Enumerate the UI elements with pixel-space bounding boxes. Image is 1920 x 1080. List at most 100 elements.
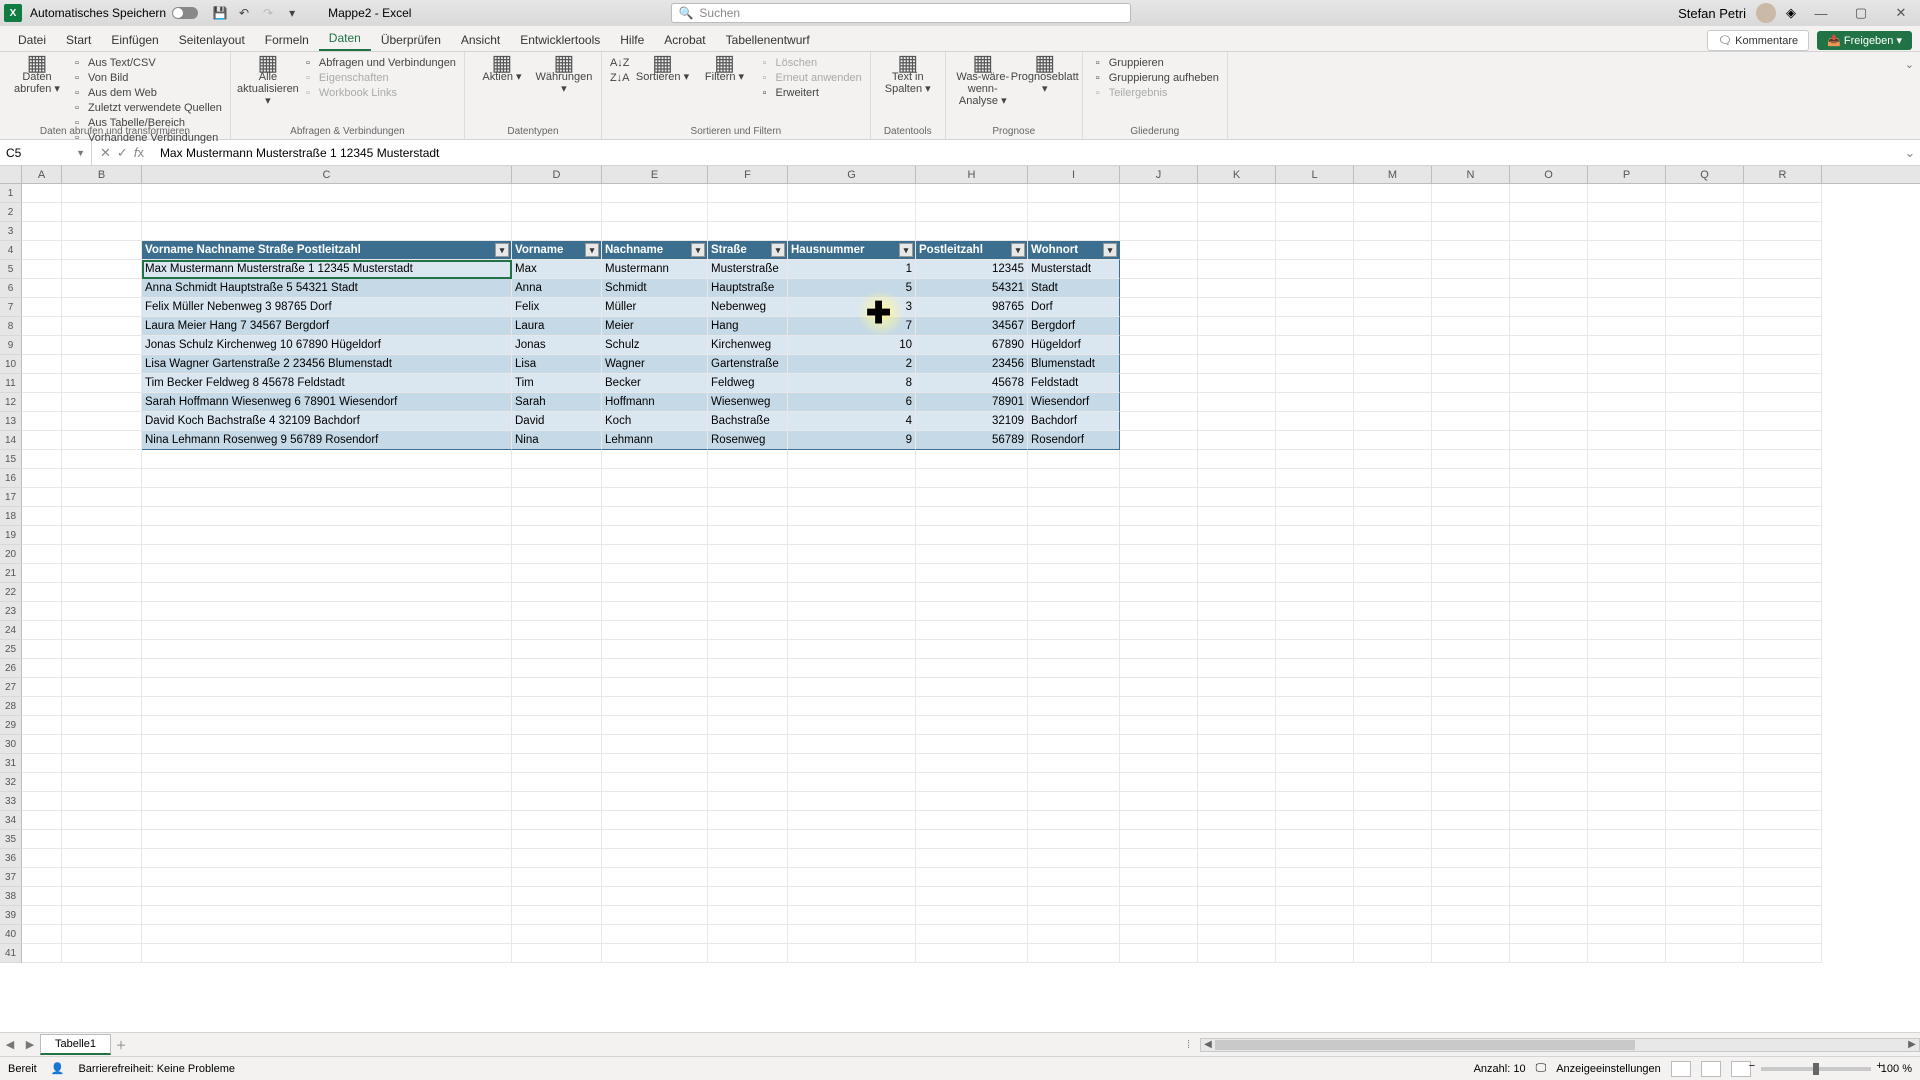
cell-K41[interactable] <box>1198 944 1276 963</box>
cell-C21[interactable] <box>142 564 512 583</box>
cell-M20[interactable] <box>1354 545 1432 564</box>
cell-N21[interactable] <box>1432 564 1510 583</box>
cell-O5[interactable] <box>1510 260 1588 279</box>
cell-J13[interactable] <box>1120 412 1198 431</box>
cell-D15[interactable] <box>512 450 602 469</box>
cell-K9[interactable] <box>1198 336 1276 355</box>
row-header[interactable]: 4 <box>0 241 22 260</box>
cell-G14[interactable]: 9 <box>788 431 916 450</box>
cell-K16[interactable] <box>1198 469 1276 488</box>
cell-K17[interactable] <box>1198 488 1276 507</box>
cell-D11[interactable]: Tim <box>512 374 602 393</box>
cell-A9[interactable] <box>22 336 62 355</box>
cell-P10[interactable] <box>1588 355 1666 374</box>
cell-B29[interactable] <box>62 716 142 735</box>
expand-formula-icon[interactable]: ⌄ <box>1900 145 1920 161</box>
col-header-A[interactable]: A <box>22 166 62 183</box>
cell-H28[interactable] <box>916 697 1028 716</box>
collapse-ribbon-icon[interactable]: ⌄ <box>1899 52 1920 139</box>
cell-I41[interactable] <box>1028 944 1120 963</box>
ribbon-big-daten-abrufen[interactable]: ▦Datenabrufen ▾ <box>8 55 66 95</box>
cell-H24[interactable] <box>916 621 1028 640</box>
cancel-icon[interactable]: ✕ <box>100 145 111 161</box>
cell-P40[interactable] <box>1588 925 1666 944</box>
cell-B38[interactable] <box>62 887 142 906</box>
cell-G1[interactable] <box>788 184 916 203</box>
cell-A22[interactable] <box>22 583 62 602</box>
cell-F5[interactable]: Musterstraße <box>708 260 788 279</box>
cell-F4[interactable]: Straße▾ <box>708 241 788 260</box>
cell-D20[interactable] <box>512 545 602 564</box>
cell-B2[interactable] <box>62 203 142 222</box>
cell-C11[interactable]: Tim Becker Feldweg 8 45678 Feldstadt <box>142 374 512 393</box>
cell-P13[interactable] <box>1588 412 1666 431</box>
cell-K21[interactable] <box>1198 564 1276 583</box>
tab-seitenlayout[interactable]: Seitenlayout <box>169 29 255 51</box>
cell-D33[interactable] <box>512 792 602 811</box>
cell-B17[interactable] <box>62 488 142 507</box>
cell-D24[interactable] <box>512 621 602 640</box>
undo-icon[interactable]: ↶ <box>235 4 253 22</box>
cell-C40[interactable] <box>142 925 512 944</box>
cell-O1[interactable] <box>1510 184 1588 203</box>
cell-K18[interactable] <box>1198 507 1276 526</box>
cell-G33[interactable] <box>788 792 916 811</box>
cell-C7[interactable]: Felix Müller Nebenweg 3 98765 Dorf <box>142 298 512 317</box>
cell-P12[interactable] <box>1588 393 1666 412</box>
cell-Q34[interactable] <box>1666 811 1744 830</box>
cell-B32[interactable] <box>62 773 142 792</box>
filter-button[interactable]: ▾ <box>585 243 599 257</box>
cell-L10[interactable] <box>1276 355 1354 374</box>
cell-P2[interactable] <box>1588 203 1666 222</box>
cell-B10[interactable] <box>62 355 142 374</box>
tab-einfügen[interactable]: Einfügen <box>101 29 168 51</box>
cell-M25[interactable] <box>1354 640 1432 659</box>
cell-I34[interactable] <box>1028 811 1120 830</box>
cell-H4[interactable]: Postleitzahl▾ <box>916 241 1028 260</box>
cell-H41[interactable] <box>916 944 1028 963</box>
cell-O28[interactable] <box>1510 697 1588 716</box>
cell-Q5[interactable] <box>1666 260 1744 279</box>
cell-N14[interactable] <box>1432 431 1510 450</box>
cell-G4[interactable]: Hausnummer▾ <box>788 241 916 260</box>
row-header[interactable]: 24 <box>0 621 22 640</box>
cell-N28[interactable] <box>1432 697 1510 716</box>
cell-D38[interactable] <box>512 887 602 906</box>
cell-P38[interactable] <box>1588 887 1666 906</box>
enter-icon[interactable]: ✓ <box>117 145 128 161</box>
save-icon[interactable]: 💾 <box>211 4 229 22</box>
cell-R1[interactable] <box>1744 184 1822 203</box>
cell-F18[interactable] <box>708 507 788 526</box>
add-sheet-button[interactable]: ＋ <box>111 1037 131 1053</box>
cell-I24[interactable] <box>1028 621 1120 640</box>
row-header[interactable]: 25 <box>0 640 22 659</box>
cell-K40[interactable] <box>1198 925 1276 944</box>
cell-R25[interactable] <box>1744 640 1822 659</box>
cell-L32[interactable] <box>1276 773 1354 792</box>
cell-O20[interactable] <box>1510 545 1588 564</box>
cell-E21[interactable] <box>602 564 708 583</box>
cell-R30[interactable] <box>1744 735 1822 754</box>
cell-G9[interactable]: 10 <box>788 336 916 355</box>
cell-F30[interactable] <box>708 735 788 754</box>
cell-M8[interactable] <box>1354 317 1432 336</box>
cell-R10[interactable] <box>1744 355 1822 374</box>
cell-K15[interactable] <box>1198 450 1276 469</box>
cell-J24[interactable] <box>1120 621 1198 640</box>
ribbon-big-sortieren[interactable]: ▦Sortieren ▾ <box>634 55 692 83</box>
cell-R24[interactable] <box>1744 621 1822 640</box>
cell-A25[interactable] <box>22 640 62 659</box>
cell-Q13[interactable] <box>1666 412 1744 431</box>
cell-H38[interactable] <box>916 887 1028 906</box>
spreadsheet-grid[interactable]: ABCDEFGHIJKLMNOPQR 1234Vorname Nachname … <box>0 166 1920 1032</box>
cell-E37[interactable] <box>602 868 708 887</box>
cell-M40[interactable] <box>1354 925 1432 944</box>
cell-L31[interactable] <box>1276 754 1354 773</box>
cell-M22[interactable] <box>1354 583 1432 602</box>
cell-B28[interactable] <box>62 697 142 716</box>
cell-J15[interactable] <box>1120 450 1198 469</box>
cell-K26[interactable] <box>1198 659 1276 678</box>
select-all-corner[interactable] <box>0 166 22 183</box>
cell-G22[interactable] <box>788 583 916 602</box>
cell-D13[interactable]: David <box>512 412 602 431</box>
